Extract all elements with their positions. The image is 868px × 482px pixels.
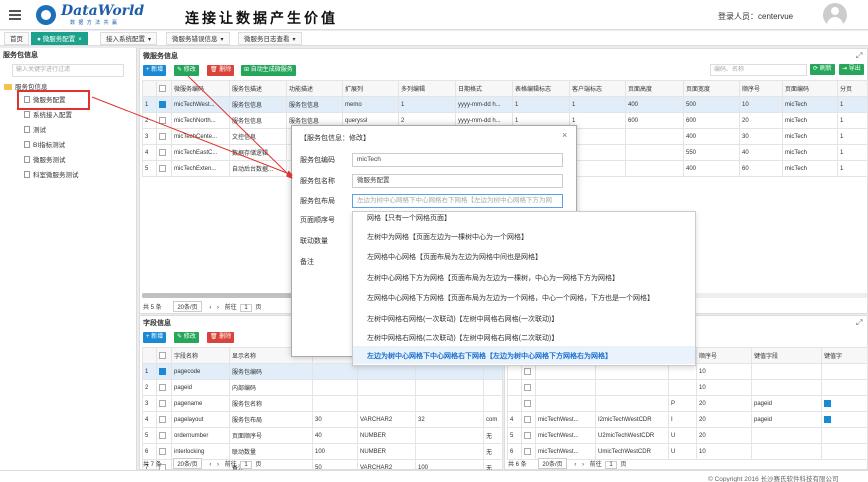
annotation-arrows bbox=[91, 75, 293, 179]
arrow-line bbox=[187, 75, 293, 179]
arrow-line bbox=[91, 96, 293, 176]
footer: © Copyright 2016 长沙赛氏软件科技有限公司 bbox=[0, 470, 868, 482]
copyright-text: © Copyright 2016 长沙赛氏软件科技有限公司 bbox=[708, 476, 839, 482]
